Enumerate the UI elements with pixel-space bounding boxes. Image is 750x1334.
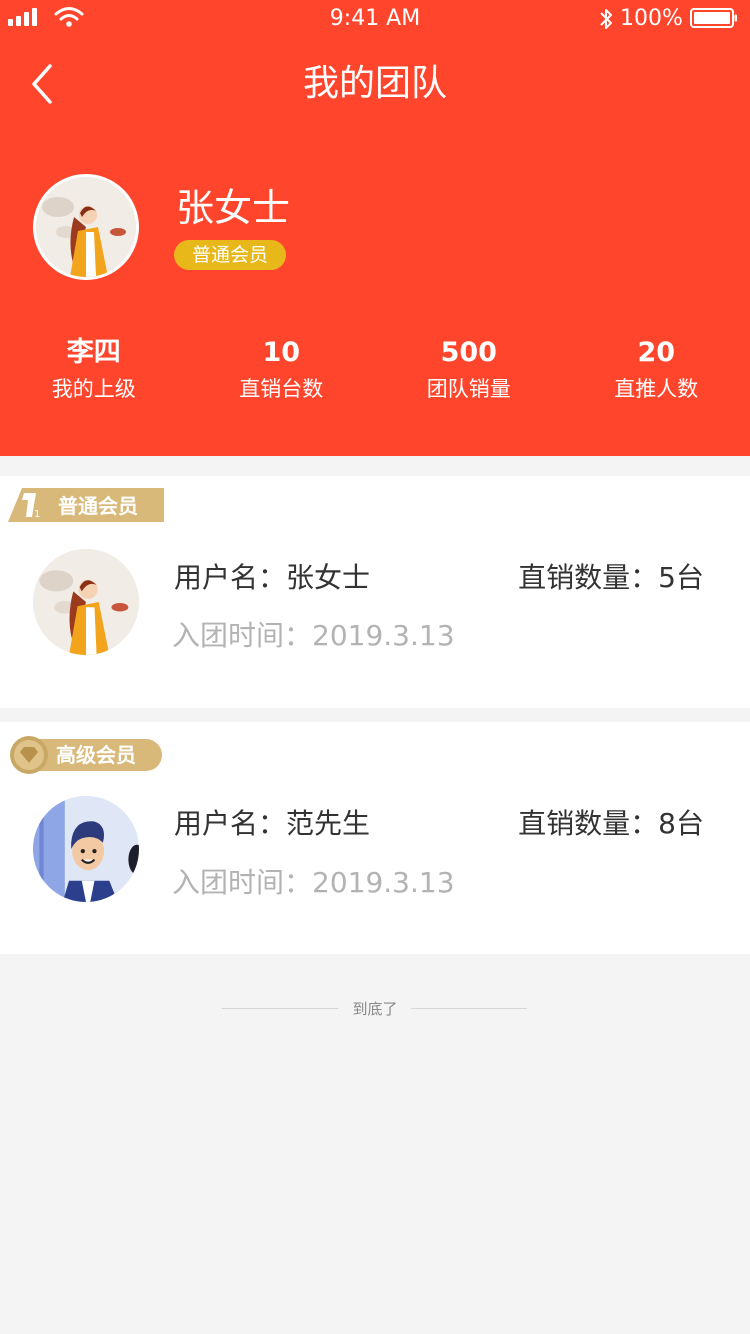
list-end-text: 到底了 [352,1000,398,1018]
stats-row: 李四 我的上级 10 直销台数 500 团队销量 20 直推人数 [0,334,750,404]
battery-percent: 100% [620,6,683,31]
status-bar: 9:41 AM 100% [0,0,750,40]
stat-value: 10 [262,337,301,368]
stat-direct-sales[interactable]: 10 直销台数 [188,334,376,404]
member-card[interactable]: 高级会员 用户名：范先生 直销数量：8台 入团时间：2019.3.13 [0,722,750,954]
member-sales: 直销数量：8台 [518,807,704,840]
stat-label: 团队销量 [426,377,511,401]
man-illustration-icon [33,796,139,902]
stat-label: 我的上级 [51,377,136,401]
member-avatar[interactable] [33,796,139,902]
member-join-date: 入团时间：2019.3.13 [172,619,455,652]
member-username: 用户名：范先生 [174,807,371,840]
list-end-indicator: 到底了 [0,996,750,1022]
page-title: 我的团队 [302,63,447,104]
stat-value: 500 [440,337,497,368]
svg-text:1: 1 [34,509,40,520]
member-tag-normal: 1 普通会员 [8,488,164,522]
member-tag-text: 高级会员 [56,743,136,767]
divider [411,1008,527,1009]
stat-superior[interactable]: 李四 我的上级 [0,334,188,404]
member-username: 用户名：张女士 [174,561,371,594]
member-tag-senior: 高级会员 [10,736,162,774]
member-avatar[interactable] [33,549,139,655]
member-join-date: 入团时间：2019.3.13 [172,866,455,899]
stat-direct-referrals[interactable]: 20 直推人数 [563,334,750,404]
stat-label: 直推人数 [614,377,699,401]
team-header: 9:41 AM 100% 我的团队 张女士 普通会员 李四 我的上级 10 直销… [0,0,750,456]
bluetooth-icon [600,9,612,29]
profile-avatar[interactable] [33,174,139,280]
woman-illustration-icon [33,549,139,655]
profile-name: 张女士 [176,186,291,230]
stat-value: 20 [637,337,676,368]
battery-icon [690,8,737,28]
stat-label: 直销台数 [239,377,324,401]
woman-illustration-icon [36,177,136,277]
stat-value: 李四 [66,337,121,368]
member-level-badge: 普通会员 [174,240,286,270]
member-card[interactable]: 1 普通会员 用户名：张女士 直销数量：5台 入团时间：2019.3.13 [0,476,750,708]
member-sales: 直销数量：5台 [518,561,704,594]
stat-team-sales[interactable]: 500 团队销量 [375,334,563,404]
member-tag-text: 普通会员 [58,494,138,518]
